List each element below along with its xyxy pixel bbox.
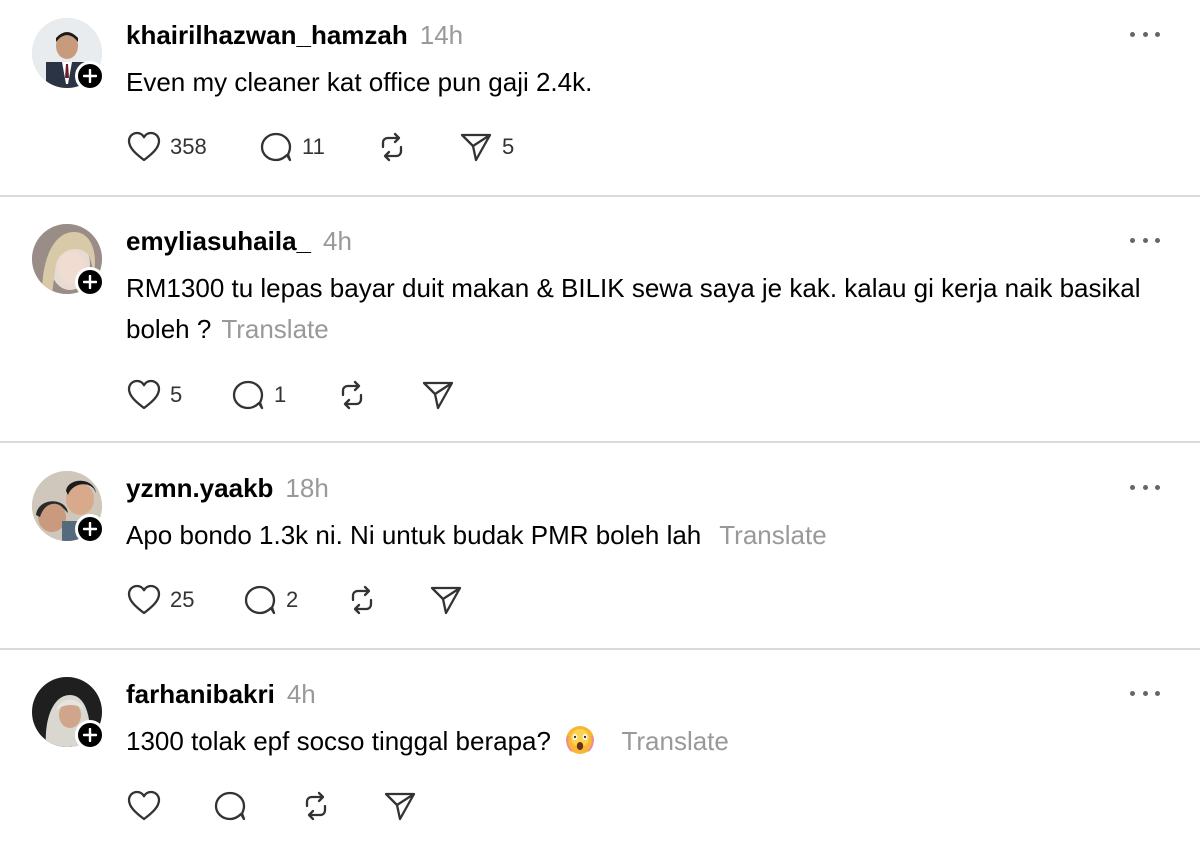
like-button[interactable]: 5 [126, 378, 230, 412]
more-horizontal-icon [1130, 484, 1135, 490]
reply-button[interactable]: 1 [230, 378, 334, 412]
action-bar: 358 11 5 [126, 130, 514, 164]
plus-icon [83, 275, 97, 289]
follow-button[interactable] [75, 720, 105, 750]
divider [0, 195, 1200, 197]
repost-icon [305, 791, 327, 821]
send-icon [384, 792, 416, 821]
post-text: RM1300 tu lepas bayar duit makan & BILIK… [126, 268, 1146, 350]
translate-link[interactable]: Translate [221, 314, 328, 344]
more-options-button[interactable] [1130, 683, 1160, 703]
translate-link[interactable]: Translate [621, 726, 728, 756]
repost-button[interactable] [298, 789, 382, 823]
post-text: Apo bondo 1.3k ni. Ni untuk budak PMR bo… [126, 515, 1146, 556]
plus-icon [83, 69, 97, 83]
post-body: Even my cleaner kat office pun gaji 2.4k… [126, 67, 593, 97]
repost-button[interactable] [344, 583, 428, 617]
username-link[interactable]: khairilhazwan_hamzah [126, 20, 408, 50]
follow-button[interactable] [75, 514, 105, 544]
repost-icon [341, 380, 363, 410]
post-text: 1300 tolak epf socso tinggal berapa? Tra… [126, 721, 1146, 762]
speech-bubble-icon [260, 132, 292, 162]
like-button[interactable]: 25 [126, 583, 242, 617]
share-button[interactable] [420, 378, 456, 412]
repost-button[interactable] [334, 378, 420, 412]
follow-button[interactable] [75, 267, 105, 297]
speech-bubble-icon [244, 585, 276, 615]
action-bar: 25 2 [126, 583, 464, 617]
speech-bubble-icon [232, 380, 264, 410]
post-timestamp[interactable]: 4h [287, 679, 316, 709]
speech-bubble-icon [214, 791, 246, 821]
reply-count: 2 [286, 587, 299, 612]
share-count: 5 [502, 134, 515, 159]
screaming-face-emoji-icon [566, 726, 595, 754]
share-button[interactable] [382, 789, 418, 823]
more-options-button[interactable] [1130, 477, 1160, 497]
thread-post: yzmn.yaakb 18h Apo bondo 1.3k ni. Ni untu… [0, 453, 1200, 649]
heart-icon [127, 790, 161, 821]
post-body: 1300 tolak epf socso tinggal berapa? [126, 726, 551, 756]
username-link[interactable]: yzmn.yaakb [126, 473, 273, 503]
send-icon [460, 133, 492, 162]
like-button[interactable] [126, 789, 212, 823]
more-horizontal-icon [1130, 690, 1135, 696]
divider [0, 648, 1200, 650]
like-count: 25 [170, 587, 195, 612]
post-timestamp[interactable]: 14h [420, 20, 463, 50]
username-link[interactable]: emyliasuhaila_ [126, 226, 311, 256]
plus-icon [83, 728, 97, 742]
reply-button[interactable]: 2 [242, 583, 344, 617]
translate-link[interactable]: Translate [719, 520, 826, 550]
send-icon [422, 381, 454, 410]
reply-count: 1 [274, 382, 287, 407]
action-bar [126, 789, 418, 823]
heart-icon [127, 131, 161, 162]
repost-icon [381, 132, 403, 162]
post-header: farhanibakri 4h [126, 679, 316, 710]
thread-post: emyliasuhaila_ 4h RM1300 tu lepas bayar d… [0, 206, 1200, 442]
more-horizontal-icon [1130, 237, 1135, 243]
share-button[interactable]: 5 [458, 130, 514, 164]
thread-post: farhanibakri 4h 1300 tolak epf socso ting… [0, 659, 1200, 844]
post-header: khairilhazwan_hamzah 14h [126, 20, 463, 51]
more-options-button[interactable] [1130, 24, 1160, 44]
more-horizontal-icon [1130, 31, 1135, 37]
post-timestamp[interactable]: 18h [285, 473, 328, 503]
heart-icon [127, 379, 161, 410]
post-body: Apo bondo 1.3k ni. Ni untuk budak PMR bo… [126, 520, 702, 550]
send-icon [430, 586, 462, 615]
reply-button[interactable]: 11 [258, 130, 374, 164]
divider [0, 441, 1200, 443]
action-bar: 5 1 [126, 378, 456, 412]
post-header: yzmn.yaakb 18h [126, 473, 329, 504]
follow-button[interactable] [75, 61, 105, 91]
reply-button[interactable] [212, 789, 298, 823]
like-count: 5 [170, 382, 183, 407]
plus-icon [83, 522, 97, 536]
like-count: 358 [170, 134, 207, 159]
like-button[interactable]: 358 [126, 130, 258, 164]
more-options-button[interactable] [1130, 230, 1160, 250]
post-text: Even my cleaner kat office pun gaji 2.4k… [126, 62, 1146, 103]
reply-count: 11 [302, 134, 325, 159]
heart-icon [127, 584, 161, 615]
repost-button[interactable] [374, 130, 458, 164]
post-header: emyliasuhaila_ 4h [126, 226, 352, 257]
thread-post: khairilhazwan_hamzah 14h Even my cleaner … [0, 0, 1200, 196]
repost-icon [351, 585, 373, 615]
share-button[interactable] [428, 583, 464, 617]
post-timestamp[interactable]: 4h [323, 226, 352, 256]
username-link[interactable]: farhanibakri [126, 679, 275, 709]
